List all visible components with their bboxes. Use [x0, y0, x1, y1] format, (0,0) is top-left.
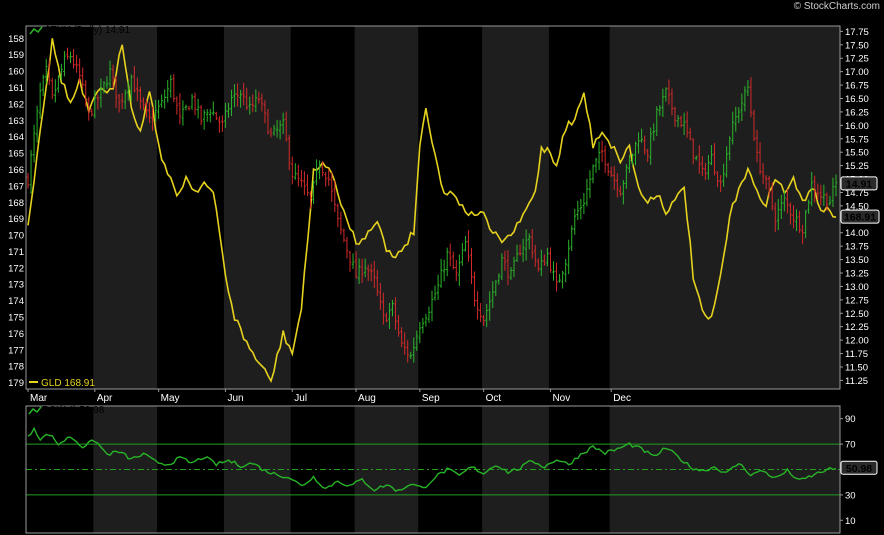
rsi-badge-value: 50.98 [846, 463, 872, 475]
chg-label: Chg [727, 11, 747, 23]
quote-line: Open 14.76 High 15.01 Low 14.58 Last 14.… [470, 11, 826, 23]
tnx-tick-label: 11.50 [845, 362, 868, 373]
tnx-tick-label: 13.25 [845, 269, 869, 280]
gld-badge-value: 168.91 [844, 212, 876, 224]
timestamp: 23-Dec-2021 12:24pm [24, 13, 124, 24]
gld-tick-label: 158 [8, 34, 24, 45]
tnx-tick-label: 17.50 [845, 40, 869, 51]
month-band [93, 26, 158, 389]
last-value: 14.91 [692, 11, 718, 23]
tnx-tick-label: 16.25 [845, 107, 869, 118]
gld-tick-label: 170 [8, 231, 24, 242]
open-label: Open [470, 11, 497, 23]
tnx-tick-label: 11.75 [845, 349, 868, 360]
tnx-tick-label: 15.25 [845, 161, 869, 172]
high-label: High [538, 11, 561, 23]
month-band [609, 26, 840, 389]
tnx-tick-label: 15.75 [845, 134, 869, 145]
gld-last-badge: 168.91 [840, 209, 880, 224]
tnx-axis-ticks: 11.25 11.50 11.75 12.00 12.25 12.50 12.75 13.00… [840, 27, 869, 387]
tnx-tick-label: 14.00 [845, 228, 869, 239]
tnx-tick-label: 12.50 [845, 309, 869, 320]
low-label: Low [602, 11, 624, 23]
month-label: Sep [422, 393, 440, 404]
month-label: Jun [227, 393, 243, 404]
month-label: Nov [552, 393, 570, 404]
gld-tick-label: 163 [8, 116, 24, 127]
month-band [482, 26, 549, 389]
rsi-tick-label: 90 [845, 414, 856, 425]
rsi-tick-label: 70 [845, 440, 856, 451]
main-month-bands [26, 26, 840, 389]
rsi-tick-label: 10 [845, 516, 856, 527]
rsi-tick-label: 30 [845, 490, 856, 501]
security-name: CBOE 10-Year US Treasury Yield [58, 1, 221, 13]
stock-chart: $TNX CBOE 10-Year US Treasury Yield INDX… [0, 0, 884, 535]
gld-legend-text: GLD 168.91 [41, 378, 95, 389]
gld-tick-label: 171 [8, 247, 24, 258]
chg-value: +0.34 (+2.33%) [754, 11, 826, 23]
gld-tick-label: 178 [8, 362, 24, 373]
tnx-tick-label: 12.00 [845, 336, 869, 347]
month-band [548, 26, 610, 389]
gld-tick-label: 167 [8, 181, 24, 192]
gld-tick-label: 177 [8, 345, 24, 356]
month-label: Oct [486, 393, 502, 404]
tnx-tick-label: 13.00 [845, 282, 869, 293]
tnx-tick-label: 12.25 [845, 322, 869, 333]
tnx-legend: $TNX (Daily) 14.91 [29, 25, 130, 36]
tnx-tick-label: 17.25 [845, 54, 869, 65]
tnx-legend-text: $TNX (Daily) 14.91 [45, 25, 130, 36]
month-label: May [161, 393, 180, 404]
month-band [290, 26, 355, 389]
gld-tick-label: 179 [8, 378, 24, 389]
tnx-badge-value: 14.91 [846, 178, 872, 190]
gld-tick-label: 160 [8, 67, 24, 78]
gld-tick-label: 174 [8, 296, 24, 307]
month-label: Jul [294, 393, 307, 404]
month-band [223, 26, 291, 389]
header-title: $TNX CBOE 10-Year US Treasury Yield INDX [24, 1, 255, 13]
month-band [26, 26, 94, 389]
high-value: 15.01 [567, 11, 593, 23]
symbol-label: $TNX [24, 1, 53, 13]
tnx-tick-label: 17.75 [845, 27, 869, 38]
gld-tick-label: 162 [8, 99, 24, 110]
gld-tick-label: 161 [8, 83, 24, 94]
gld-tick-label: 164 [8, 132, 24, 143]
month-band [354, 26, 419, 389]
gld-tick-label: 175 [8, 313, 24, 324]
gld-tick-label: 172 [8, 263, 24, 274]
exchange-label: INDX [228, 1, 255, 13]
tnx-tick-label: 17.00 [845, 67, 869, 78]
tnx-tick-label: 16.00 [845, 121, 869, 132]
last-label: Last [665, 11, 687, 23]
gld-tick-label: 159 [8, 50, 24, 61]
low-value: 14.58 [629, 11, 655, 23]
tnx-tick-label: 13.50 [845, 255, 869, 266]
tnx-tick-label: 13.75 [845, 242, 869, 253]
gld-tick-label: 166 [8, 165, 24, 176]
tnx-tick-label: 12.75 [845, 295, 869, 306]
month-label: Apr [97, 393, 113, 404]
gld-tick-label: 168 [8, 198, 24, 209]
gld-tick-label: 165 [8, 149, 24, 160]
tnx-last-badge: 14.91 [840, 176, 878, 191]
rsi-last-badge: 50.98 [840, 460, 878, 475]
tnx-tick-label: 15.50 [845, 148, 869, 159]
gld-tick-label: 173 [8, 280, 24, 291]
month-band [418, 26, 483, 389]
month-label: Mar [30, 393, 48, 404]
gld-tick-label: 176 [8, 329, 24, 340]
month-label: Aug [358, 393, 376, 404]
rsi-legend-text: RSI(14) 50.98 [42, 405, 105, 416]
tnx-tick-label: 11.25 [845, 376, 868, 387]
month-band [157, 26, 224, 389]
gld-tick-label: 169 [8, 214, 24, 225]
month-label: Dec [613, 393, 631, 404]
open-value: 14.76 [503, 11, 529, 23]
tnx-tick-label: 16.50 [845, 94, 869, 105]
tnx-tick-label: 16.75 [845, 81, 869, 92]
